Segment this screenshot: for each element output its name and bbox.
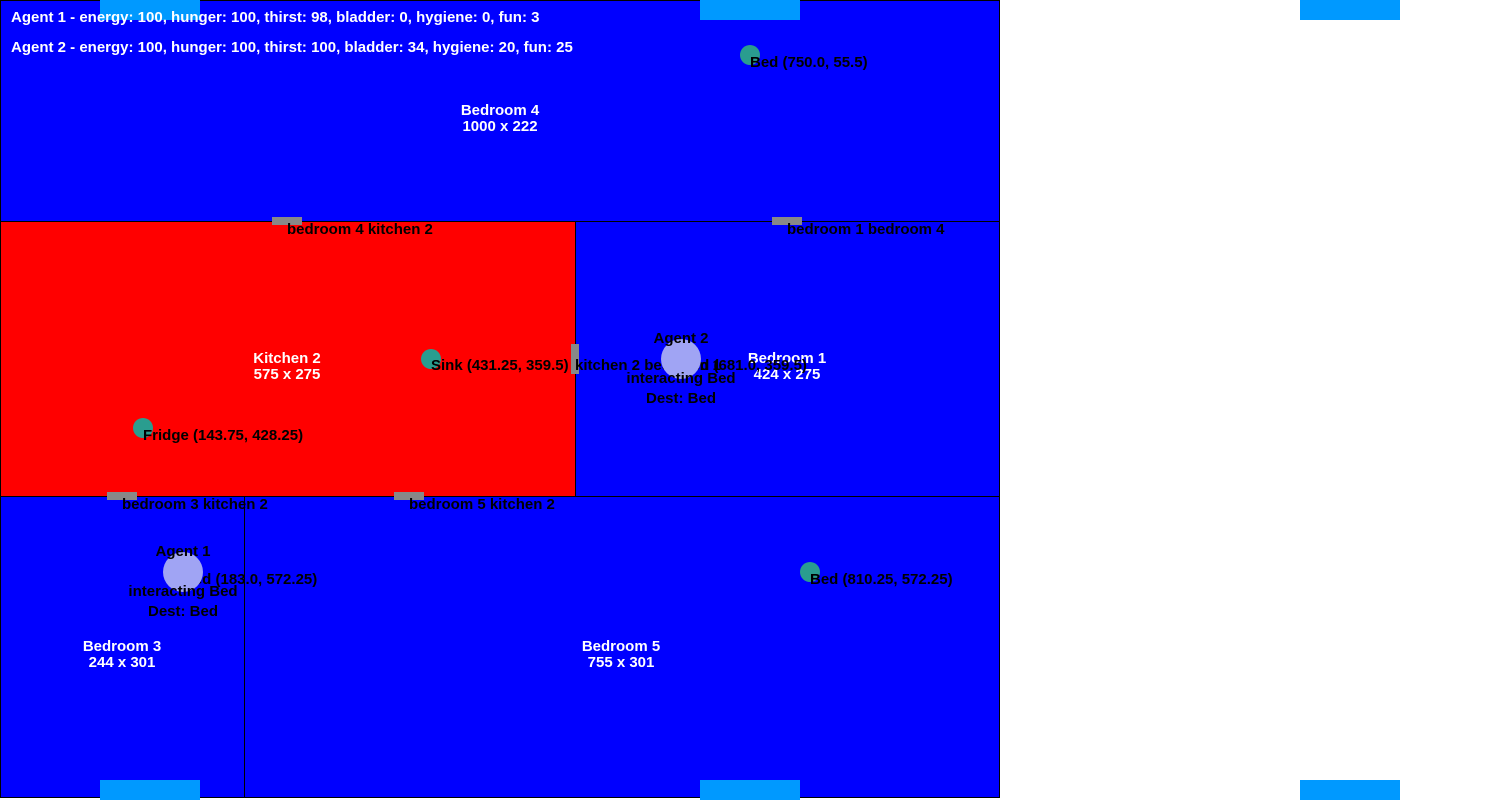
- agent-2-name: Agent 2: [653, 330, 709, 347]
- room-label-bedroom-3: Bedroom 3 244 x 301: [83, 639, 161, 671]
- edge-tab-top-2: [700, 0, 800, 20]
- room-name: Bedroom 3: [82, 638, 162, 655]
- object-label-fridge: Fridge (143.75, 428.25): [143, 427, 304, 444]
- agent-2-stats: Agent 2 - energy: 100, hunger: 100, thir…: [11, 39, 573, 56]
- room-size: 1000 x 222: [462, 118, 538, 135]
- edge-tab-top-3: [1300, 0, 1400, 20]
- agent-1-stats: Agent 1 - energy: 100, hunger: 100, thir…: [11, 9, 540, 26]
- room-size: 575 x 275: [253, 366, 321, 383]
- room-label-kitchen-2: Kitchen 2 575 x 275: [253, 351, 321, 383]
- agent-1-destination: Dest: Bed: [147, 603, 219, 620]
- door-label-bedroom-5-kitchen-2: bedroom 5 kitchen 2: [409, 496, 555, 513]
- door-label-bedroom-1-bedroom-4: bedroom 1 bedroom 4: [787, 221, 945, 238]
- object-label-bed-bedroom-5: Bed (810.25, 572.25): [810, 571, 953, 588]
- agent-2-status: interacting Bed: [626, 370, 736, 387]
- edge-tab-bottom-3: [1300, 780, 1400, 800]
- edge-tab-bottom-2: [700, 780, 800, 800]
- agent-1-status: interacting Bed: [128, 583, 238, 600]
- room-label-bedroom-5: Bedroom 5 755 x 301: [582, 639, 660, 671]
- object-label-bed-bedroom-4: Bed (750.0, 55.5): [750, 54, 868, 71]
- game-world: Bedroom 4 1000 x 222 Kitchen 2 575 x 275…: [0, 0, 1500, 800]
- door-label-bedroom-3-kitchen-2: bedroom 3 kitchen 2: [122, 496, 268, 513]
- room-size: 755 x 301: [587, 654, 655, 671]
- object-label-sink: Sink (431.25, 359.5): [431, 357, 569, 374]
- room-size: 244 x 301: [88, 654, 156, 671]
- agent-1-name: Agent 1: [155, 543, 211, 560]
- room-name: Bedroom 4: [460, 102, 540, 119]
- room-label-bedroom-4: Bedroom 4 1000 x 222: [461, 103, 539, 135]
- agent-2-destination: Dest: Bed: [645, 390, 717, 407]
- edge-tab-bottom-1: [100, 780, 200, 800]
- room-name: Kitchen 2: [253, 350, 321, 367]
- door-label-bedroom-4-kitchen-2: bedroom 4 kitchen 2: [287, 221, 433, 238]
- room-name: Bedroom 5: [581, 638, 661, 655]
